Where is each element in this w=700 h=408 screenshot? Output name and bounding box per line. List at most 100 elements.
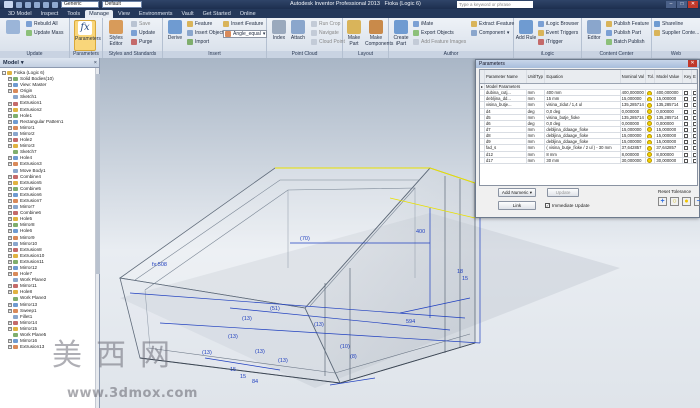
tab-inspect[interactable]: Inspect <box>37 10 63 18</box>
expand-icon[interactable]: + <box>8 162 12 167</box>
tab-manage[interactable]: Manage <box>85 10 114 18</box>
tolerance-dot-icon[interactable] <box>647 133 653 139</box>
expand-icon[interactable]: + <box>8 290 12 295</box>
checkbox[interactable] <box>684 103 689 108</box>
expand-icon[interactable]: + <box>8 101 12 106</box>
tolerance-dot-icon[interactable] <box>647 102 653 108</box>
checkbox[interactable] <box>693 146 697 151</box>
tab-online[interactable]: Online <box>236 10 260 18</box>
param-name-cell[interactable]: d5 <box>485 114 527 120</box>
material-combo[interactable]: Generic <box>61 1 99 8</box>
publish-feature-button[interactable]: Publish Feature <box>606 21 649 27</box>
expand-icon[interactable]: + <box>8 192 12 197</box>
event-triggers-button[interactable]: Event Triggers <box>538 30 578 36</box>
expand-icon[interactable]: + <box>8 217 12 222</box>
tolerance-dot-icon[interactable] <box>647 152 653 157</box>
import-button[interactable]: Import <box>187 39 209 45</box>
param-name-cell[interactable]: d7 <box>485 126 527 133</box>
insert-ifeature-button[interactable]: Insert iFeature <box>223 21 263 27</box>
tolerance-dot-icon[interactable] <box>647 158 653 163</box>
expand-icon[interactable]: + <box>8 186 12 191</box>
expand-icon[interactable]: + <box>8 302 12 307</box>
immediate-update-checkbox[interactable]: ✓ Immediate Update <box>545 203 590 208</box>
shareline-button[interactable]: Shareline <box>654 21 683 27</box>
search-input[interactable]: Type a keyword or phrase <box>457 1 533 8</box>
param-equation-cell[interactable]: 400 mm <box>545 90 621 96</box>
tolerance-dot-icon[interactable] <box>647 127 653 133</box>
component-button[interactable]: Component ▾ <box>471 30 509 36</box>
expand-icon[interactable]: + <box>8 284 12 289</box>
styles-editor-button[interactable]: Styles Editor <box>105 20 127 47</box>
tab-view[interactable]: View <box>114 10 134 18</box>
expand-icon[interactable]: + <box>8 247 12 252</box>
expand-icon[interactable]: + <box>8 266 12 271</box>
expand-icon[interactable]: + <box>8 89 12 94</box>
expand-icon[interactable] <box>8 150 12 154</box>
checkbox[interactable] <box>693 127 697 132</box>
checkbox[interactable] <box>693 134 697 139</box>
expand-icon[interactable]: + <box>8 272 12 277</box>
expand-icon[interactable]: + <box>8 339 12 344</box>
column-header[interactable]: Parameter Name <box>485 70 527 83</box>
table-row[interactable]: d17 mm 30 mm 30,000000 30,000000 <box>480 157 697 164</box>
checkbox[interactable] <box>693 109 697 114</box>
checkbox[interactable] <box>684 134 689 139</box>
tolerance-dot-icon[interactable] <box>647 109 653 114</box>
maximize-button[interactable]: □ <box>677 1 687 8</box>
expand-icon[interactable]: + <box>8 144 12 149</box>
param-name-cell[interactable]: d17 <box>485 157 527 163</box>
expand-icon[interactable]: + <box>8 107 12 112</box>
expand-icon[interactable]: + <box>8 253 12 258</box>
param-equation-cell[interactable]: debljina_ddaage_fioke <box>545 126 621 133</box>
expand-icon[interactable]: + <box>8 211 12 216</box>
param-equation-cell[interactable]: 0,0 deg <box>545 108 621 114</box>
param-equation-cell[interactable]: ( visina_butje_fioke / 2 ul ) - 30 mm <box>545 145 621 151</box>
tolerance-dot-icon[interactable] <box>647 139 653 145</box>
checkbox[interactable] <box>684 146 689 151</box>
minimize-button[interactable]: – <box>666 1 676 8</box>
param-equation-cell[interactable]: visina_butje_fioke <box>545 114 621 120</box>
derive-button[interactable]: Derive <box>164 20 186 41</box>
expand-icon[interactable] <box>8 169 12 173</box>
undo-icon[interactable] <box>43 1 49 8</box>
param-name-cell[interactable]: fad_s <box>485 145 527 151</box>
cloud-point-button[interactable]: Cloud Point <box>311 39 345 45</box>
expand-icon[interactable]: + <box>8 345 12 350</box>
tolerance-upper-button[interactable]: + <box>658 197 667 206</box>
appearance-combo[interactable]: Default <box>102 1 142 8</box>
batch-publish-button[interactable]: Batch Publish <box>606 39 645 45</box>
checkbox[interactable] <box>684 115 689 120</box>
expand-icon[interactable]: + <box>8 235 12 240</box>
param-name-cell[interactable]: d8 <box>485 133 527 139</box>
link-button[interactable]: Link <box>498 201 536 210</box>
column-header[interactable]: Nominal Val <box>621 70 647 83</box>
expand-icon[interactable]: + <box>8 259 12 264</box>
expand-icon[interactable] <box>8 315 12 319</box>
expand-icon[interactable]: + <box>8 174 12 179</box>
tolerance-dot-icon[interactable] <box>647 145 653 151</box>
tab-3d-model[interactable]: 3D Model <box>4 10 36 18</box>
tolerance-median-button[interactable]: ○ <box>670 197 679 206</box>
open-icon[interactable] <box>25 1 31 8</box>
column-header[interactable]: Tol. <box>646 70 656 83</box>
expand-icon[interactable]: + <box>8 241 12 246</box>
tolerance-nominal-button[interactable]: ● <box>682 197 691 206</box>
expand-icon[interactable]: + <box>8 308 12 313</box>
angle-combo[interactable]: Angle_equal ▾ <box>223 30 268 38</box>
param-equation-cell[interactable]: debljina_ddaage_fioke <box>545 133 621 139</box>
save-styles-button[interactable]: Save <box>131 21 150 27</box>
column-header[interactable]: Key <box>683 70 693 83</box>
expand-icon[interactable]: + <box>8 229 12 234</box>
checkbox[interactable] <box>693 140 697 145</box>
expand-icon[interactable] <box>8 333 12 337</box>
checkbox[interactable] <box>693 158 697 163</box>
tolerance-dot-icon[interactable] <box>647 90 653 96</box>
param-name-cell[interactable]: d9 <box>485 139 527 145</box>
collapse-icon[interactable]: - <box>2 71 6 76</box>
checkbox[interactable] <box>684 109 689 114</box>
redo-icon[interactable] <box>52 1 58 8</box>
extract-ifeature-button[interactable]: Extract iFeature <box>471 21 514 27</box>
expand-icon[interactable] <box>8 95 12 99</box>
param-name-cell[interactable]: d12 <box>485 151 527 157</box>
editor-button[interactable]: Editor <box>583 20 605 41</box>
